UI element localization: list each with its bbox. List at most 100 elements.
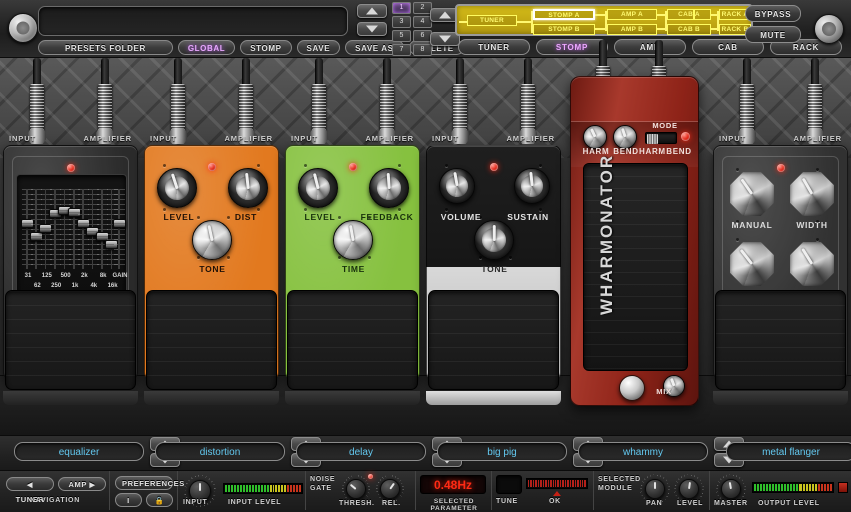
pedal-base-lip — [285, 391, 420, 405]
screw-dot — [257, 208, 260, 211]
knob-distortion-1[interactable] — [228, 168, 268, 208]
nav-next-button[interactable]: AMP ▶ — [58, 477, 106, 491]
eq-band-5[interactable] — [67, 189, 81, 269]
eq-band-3[interactable] — [48, 189, 62, 269]
pedal-distortion[interactable]: INPUTAMPLIFIERLEVELDISTTONEDISTORTION — [141, 58, 282, 435]
knob-label-big-pig-2: TONE — [481, 264, 508, 274]
power-knob-icon[interactable] — [814, 14, 844, 44]
eq-band-8[interactable] — [95, 189, 109, 269]
eq-gain-handle[interactable] — [112, 219, 126, 229]
preset-name-distortion[interactable]: distortion — [155, 442, 285, 461]
knob-big-pig-0[interactable] — [439, 168, 475, 204]
pedal-footswitch-distortion[interactable] — [146, 290, 277, 390]
preset-slot-5[interactable]: 5 — [392, 30, 411, 42]
knob-delay-1[interactable] — [369, 168, 409, 208]
preset-button-save[interactable]: SAVE — [296, 40, 341, 55]
mute-button[interactable]: MUTE — [745, 26, 801, 43]
pedal-footswitch-gr-eq[interactable] — [5, 290, 136, 390]
nav-prev-button[interactable]: ◀ TUNER — [6, 477, 54, 504]
meter-segment — [766, 484, 769, 491]
screw-dot — [479, 256, 482, 259]
preset-slot-grid: 12345678 — [392, 2, 432, 56]
preset-button-stomp[interactable]: STOMP — [240, 40, 292, 55]
selected-parameter-section: 0.48Hz SELECTED PARAMETER — [416, 471, 492, 512]
eq-band-0[interactable] — [20, 189, 34, 269]
lock-icon[interactable]: 🔒 — [146, 493, 173, 507]
chain-node-cab-b[interactable]: CAB B — [667, 24, 711, 35]
chain-node-tuner[interactable]: TUNER — [467, 15, 517, 26]
preset-slot-7[interactable]: 7 — [392, 44, 411, 56]
screw-dot — [509, 256, 512, 259]
meter-segment — [236, 485, 239, 492]
knob-label-distortion-1: DIST — [234, 212, 258, 222]
knob-wharmonator-bend[interactable] — [613, 125, 637, 149]
pedal-footswitch-metal-flanger[interactable] — [715, 290, 846, 390]
meter-segment — [763, 484, 766, 491]
preset-slot-8[interactable]: 8 — [413, 44, 432, 56]
pedal-gr-eq[interactable]: INPUT AMPLIFIER 31 62 125 250 500 1k 2k 4k 8k 16k GA… — [0, 58, 141, 435]
eq-band-7[interactable] — [86, 189, 100, 269]
input-level-meter — [223, 483, 303, 494]
chain-node-cab-a[interactable]: CAB A — [667, 9, 711, 20]
eq-graph: 31 62 125 250 500 1k 2k 4k 8k 16k GAIN — [16, 174, 128, 298]
knob-distortion-0[interactable] — [157, 168, 197, 208]
navigation-title: NAVIGATION — [30, 497, 80, 504]
chain-node-amp-b[interactable]: AMP B — [607, 24, 657, 35]
pedal-footswitch-big-pig[interactable] — [428, 290, 559, 390]
pedal-wharmonator[interactable]: MODE HARM BEND HARM BEND WHARMONATOR MIX — [564, 40, 705, 435]
knob-delay-0[interactable] — [298, 168, 338, 208]
meter-segment — [577, 480, 579, 487]
preset-button-global[interactable]: GLOBAL — [177, 40, 236, 55]
module-tab-tuner[interactable]: TUNER — [458, 39, 530, 55]
meter-segment — [257, 485, 260, 492]
input-jack-label: INPUT — [150, 134, 177, 143]
preset-next-button[interactable] — [357, 22, 387, 36]
eq-band-4[interactable] — [58, 189, 72, 269]
preset-prev-button[interactable] — [357, 4, 387, 18]
pedal-footswitch-delay[interactable] — [287, 290, 418, 390]
preset-slot-1[interactable]: 1 — [392, 2, 411, 14]
wah-footswitch[interactable] — [619, 375, 645, 401]
pedal-delay[interactable]: INPUTAMPLIFIERLEVELFEEDBACKTIMEDELAY — [282, 58, 423, 435]
chain-node-stomp-b[interactable]: STOMP B — [533, 24, 595, 35]
screw-dot — [736, 238, 739, 241]
module-level-knob[interactable] — [679, 479, 699, 499]
preset-name-delay[interactable]: delay — [296, 442, 426, 461]
meter-segment — [760, 484, 763, 491]
preset-name-input[interactable] — [38, 6, 348, 36]
release-label: REL. — [382, 500, 401, 507]
input-jack-label: INPUT — [432, 134, 459, 143]
meter-segment — [829, 484, 832, 491]
pedal-metal-flanger[interactable]: INPUTAMPLIFIERMANUALWIDTHSPEEDREGENMETAL… — [710, 58, 851, 435]
master-knob[interactable] — [721, 479, 741, 499]
pedal-body-wharmonator[interactable]: MODE HARM BEND HARM BEND WHARMONATOR MIX — [570, 76, 699, 406]
threshold-knob[interactable] — [346, 479, 366, 499]
preset-slot-3[interactable]: 3 — [392, 16, 411, 28]
preset-name-big-pig[interactable]: big pig — [437, 442, 567, 461]
knob-distortion-2[interactable] — [192, 220, 232, 260]
knob-wharmonator-harm[interactable] — [583, 125, 607, 149]
chain-node-amp-a[interactable]: AMP A — [607, 9, 657, 20]
preset-name-equalizer[interactable]: equalizer — [14, 442, 144, 461]
preset-name-whammy[interactable]: whammy — [578, 442, 708, 461]
knob-big-pig-1[interactable] — [514, 168, 550, 204]
meter-segment — [820, 484, 823, 491]
eq-gain-slider[interactable] — [112, 189, 126, 269]
bypass-button[interactable]: BYPASS — [745, 5, 801, 22]
preset-button-presets-folder[interactable]: PRESETS FOLDER — [38, 40, 173, 55]
eq-band-2[interactable] — [39, 189, 53, 269]
preferences-section: PREFERENCES I 🔒 — [110, 471, 184, 510]
release-knob[interactable] — [380, 479, 400, 499]
signal-chain-diagram[interactable]: TUNER STOMP A STOMP B AMP A AMP B CAB A … — [455, 4, 753, 36]
preferences-button[interactable]: PREFERENCES — [115, 476, 184, 490]
preset-name-metal-flanger[interactable]: metal flanger — [726, 442, 851, 461]
mode-option-bend: BEND — [666, 147, 692, 156]
pan-knob[interactable] — [645, 479, 665, 499]
chain-node-stomp-a[interactable]: STOMP A — [533, 9, 595, 20]
pedal-big-pig[interactable]: INPUTAMPLIFIERVOLUMESUSTAINTONEBIGPIG — [423, 58, 564, 435]
knob-big-pig-2[interactable] — [474, 220, 514, 260]
brand-logo-icon[interactable] — [8, 13, 38, 43]
info-button[interactable]: I — [115, 493, 142, 507]
knob-delay-2[interactable] — [333, 220, 373, 260]
mode-toggle-switch[interactable] — [645, 132, 677, 144]
